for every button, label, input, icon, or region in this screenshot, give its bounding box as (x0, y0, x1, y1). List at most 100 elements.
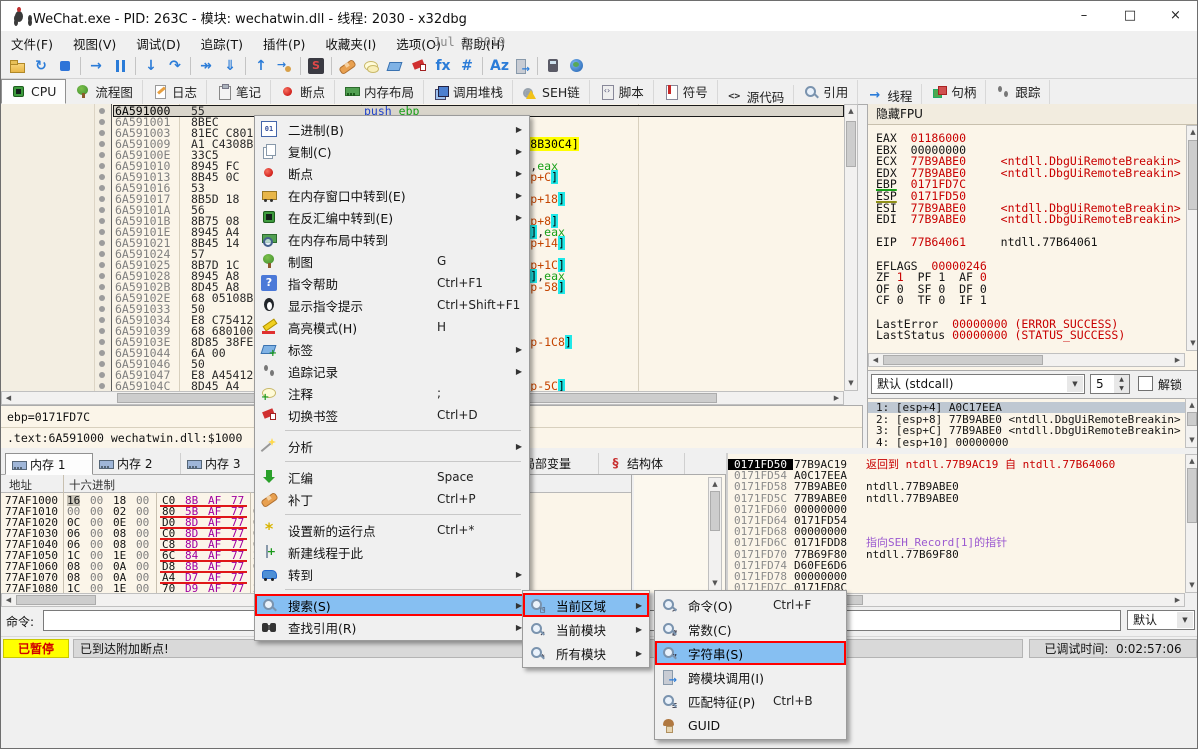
argument-depth-stepper[interactable]: 5 ▲▼ (1090, 374, 1130, 394)
tab-script[interactable]: 脚本 (590, 80, 654, 104)
step-over-button[interactable]: ↷ (163, 55, 187, 77)
dump-byte[interactable]: D9 (185, 583, 198, 593)
modules-button[interactable] (510, 55, 534, 77)
menu-item-breakpoint[interactable]: 断点▶ (255, 162, 529, 184)
open-file-button[interactable] (5, 55, 29, 77)
bookmarks-button[interactable] (407, 55, 431, 77)
menu-item-mag-region[interactable]: □当前区域▶ (523, 593, 649, 617)
menu-item-copy[interactable]: 复制(C)▶ (255, 140, 529, 162)
menu-item-mag-module[interactable]: ×当前模块▶ (523, 617, 649, 641)
breakpoint-dot-icon[interactable] (99, 152, 105, 158)
close-button[interactable]: × (1153, 1, 1198, 30)
chevron-down-icon[interactable]: ▼ (1177, 612, 1193, 628)
breakpoint-dot-icon[interactable] (99, 108, 105, 114)
argument-line[interactable]: 2: [esp+8] 77B9ABE0 <ntdll.DbgUiRemoteBr… (876, 414, 1181, 425)
unlock-checkbox[interactable]: 解锁 (1138, 376, 1182, 393)
menubar-item[interactable]: 插件(P) (253, 31, 315, 56)
menu-item-comment[interactable]: 注释; (255, 382, 529, 404)
argument-line[interactable]: 3: [esp+C] 77B9ABE0 <ntdll.DbgUiRemoteBr… (876, 425, 1181, 436)
labels-button[interactable] (383, 55, 407, 77)
breakpoint-dot-icon[interactable] (99, 383, 105, 389)
tab-handles[interactable]: 句柄 (922, 80, 986, 104)
menu-item-analyze[interactable]: 分析▶ (255, 435, 529, 457)
dump-byte[interactable]: 1E (113, 583, 126, 593)
breakpoint-dot-icon[interactable] (99, 317, 105, 323)
breakpoint-dot-icon[interactable] (99, 130, 105, 136)
tab-cpu[interactable]: CPU (1, 79, 66, 104)
menu-item-intermodule-call[interactable]: 跨模块调用(I) (655, 665, 846, 689)
breakpoint-dot-icon[interactable] (99, 339, 105, 345)
breakpoint-dot-icon[interactable] (99, 284, 105, 290)
maximize-button[interactable]: □ (1107, 1, 1153, 30)
tab-callstack[interactable]: 调用堆栈 (424, 80, 513, 104)
dump-byte[interactable]: 00 (136, 583, 149, 593)
menubar-item[interactable]: 调试(D) (126, 31, 190, 56)
breakpoint-dot-icon[interactable] (99, 350, 105, 356)
text-az-button[interactable]: Az (486, 55, 510, 77)
breakpoint-dot-icon[interactable] (99, 207, 105, 213)
menu-item-find-refs[interactable]: 查找引用(R)▶ (255, 616, 529, 638)
register-line[interactable]: LastStatus 00000000 (STATUS_SUCCESS) (876, 329, 1125, 341)
breakpoint-dot-icon[interactable] (99, 185, 105, 191)
tab-symbols[interactable]: 符号 (654, 80, 718, 104)
menu-item-trace-record[interactable]: 追踪记录▶ (255, 360, 529, 382)
menu-item-mag-string[interactable]: ”字符串(S) (655, 641, 846, 665)
breakpoint-dot-icon[interactable] (99, 141, 105, 147)
stop-button[interactable] (53, 55, 77, 77)
breakpoint-dot-icon[interactable] (99, 372, 105, 378)
menu-item-bookmark[interactable]: 切换书签Ctrl+D (255, 404, 529, 426)
chevron-down-icon[interactable]: ▼ (1067, 376, 1083, 392)
menu-item-instr-tip[interactable]: 显示指令提示Ctrl+Shift+F1 (255, 294, 529, 316)
menu-item-mag-command[interactable]: >命令(O)Ctrl+F (655, 593, 846, 617)
menu-item-goto-memory[interactable]: 在内存窗口中转到(E)▶ (255, 184, 529, 206)
watch-vscrollbar[interactable]: ▲▼ (708, 477, 722, 591)
breakpoint-dot-icon[interactable] (99, 328, 105, 334)
stack-row[interactable]: 0171FD7077B69F80ntdll.77B69F80 (728, 549, 1198, 560)
register-line[interactable]: EIP 77B64061 ntdll.77B64061 (876, 236, 1098, 248)
dump-byte[interactable]: 77 (231, 583, 244, 593)
hash-button[interactable]: # (455, 55, 479, 77)
tab-memmap[interactable]: 内存布局 (335, 80, 424, 104)
register-line[interactable]: EDI 77B9ABE0 <ntdll.DbgUiRemoteBreakin> (876, 213, 1181, 225)
dump-byte[interactable]: AF (208, 583, 221, 593)
registers-hscrollbar[interactable]: ◀▶ (868, 353, 1185, 367)
menu-item-new-origin[interactable]: *设置新的运行点Ctrl+* (255, 519, 529, 541)
menu-item-goto[interactable]: 转到▶ (255, 563, 529, 585)
minimize-button[interactable]: – (1061, 1, 1107, 30)
functions-button[interactable]: fx (431, 55, 455, 77)
menu-item-graph[interactable]: 制图G (255, 250, 529, 272)
dump-byte[interactable]: 1C (67, 583, 80, 593)
run-to-user-code-button[interactable]: ⇓ (218, 55, 242, 77)
run-button[interactable]: → (84, 55, 108, 77)
menu-item-search[interactable]: 搜索(S)▶ (255, 594, 529, 616)
breakpoint-dot-icon[interactable] (99, 262, 105, 268)
breakpoint-dot-icon[interactable] (99, 119, 105, 125)
step-into-button[interactable]: ↓ (139, 55, 163, 77)
tab-notes[interactable]: 笔记 (207, 80, 271, 104)
menu-item-binary[interactable]: 01二进制(B)▶ (255, 118, 529, 140)
dock-tab-struct[interactable]: §结构体 (603, 453, 685, 474)
tab-references[interactable]: 引用 (794, 80, 858, 104)
arguments-vscrollbar[interactable]: ▲▼ (1185, 398, 1198, 448)
menu-item-instr-help[interactable]: ?指令帮助Ctrl+F1 (255, 272, 529, 294)
dump-byte[interactable]: 70 (162, 583, 175, 593)
options-globe-button[interactable] (565, 55, 589, 77)
disasm-vscrollbar[interactable]: ▲▼ (844, 104, 858, 391)
registers-vscrollbar[interactable]: ▲▼ (1186, 125, 1198, 351)
menubar-item[interactable]: 追踪(T) (191, 31, 253, 56)
menu-item-pattern[interactable]: ≡匹配特征(P)Ctrl+B (655, 689, 846, 713)
comments-button[interactable] (359, 55, 383, 77)
menu-item-goto-memmap[interactable]: 在内存布局中转到 (255, 228, 529, 250)
dump-byte[interactable]: 00 (90, 583, 103, 593)
breakpoint-dot-icon[interactable] (99, 295, 105, 301)
pause-button[interactable] (108, 55, 132, 77)
scylla-button[interactable]: S (304, 55, 328, 77)
menubar-item[interactable]: 文件(F) (1, 31, 63, 56)
stepper-arrows-icon[interactable]: ▲▼ (1114, 375, 1129, 393)
argument-line[interactable]: 1: [esp+4] A0C17EEA (868, 402, 1198, 413)
stack-row[interactable]: 0171FD5877B9ABE0ntdll.77B9ABE0 (728, 481, 1198, 492)
menu-item-highlight[interactable]: 高亮模式(H)H (255, 316, 529, 338)
menu-item-guid[interactable]: GUID (655, 713, 846, 737)
execute-till-return-button[interactable]: ↠ (194, 55, 218, 77)
stack-view[interactable]: 0171FD5077B9AC19返回到 ntdll.77B9AC19 自 ntd… (728, 454, 1198, 593)
